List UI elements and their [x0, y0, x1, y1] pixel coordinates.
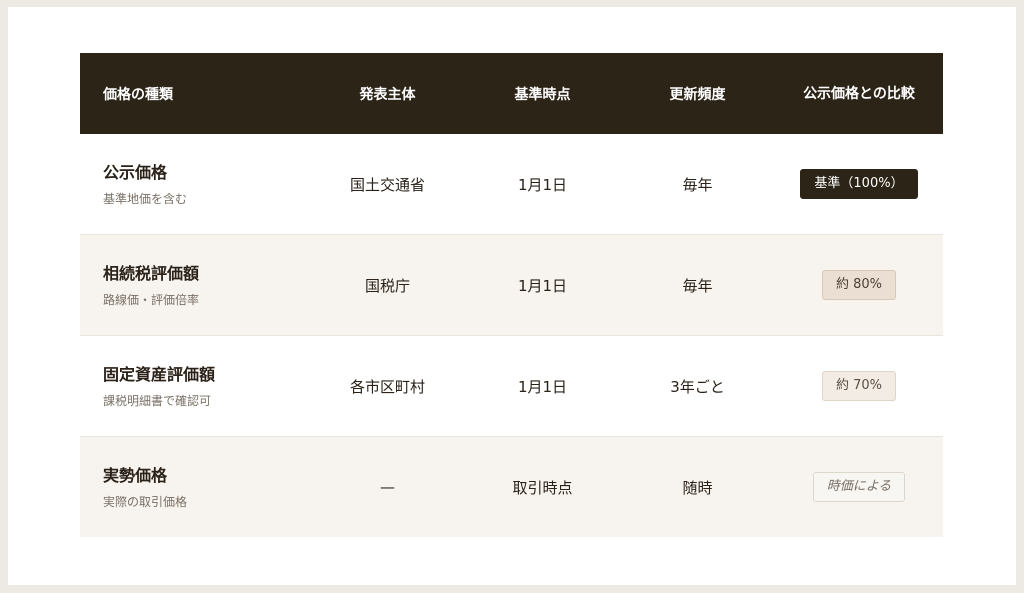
price-type-cell: 実勢価格 実際の取引価格	[80, 465, 310, 510]
comparison-cell: 約 70%	[775, 371, 943, 401]
price-type-name: 公示価格	[103, 162, 168, 182]
table-header: 価格の種類 発表主体 基準時点 更新頻度 公示価格との比較	[80, 53, 943, 134]
header-frequency: 更新頻度	[669, 86, 726, 103]
header-price-type: 価格の種類	[103, 86, 173, 103]
header-base-date: 基準時点	[514, 86, 571, 103]
header-issuer: 発表主体	[359, 86, 416, 103]
price-comparison-table: 価格の種類 発表主体 基準時点 更新頻度 公示価格との比較 公示価格 基準地価を…	[80, 53, 943, 537]
frequency-cell: 3年ごと	[670, 377, 725, 396]
comparison-badge: 約 70%	[821, 371, 897, 401]
comparison-cell: 約 80%	[775, 270, 943, 300]
comparison-cell: 基準（100%）	[775, 169, 943, 199]
table-row: 実勢価格 実際の取引価格 — 取引時点 随時 時価による	[80, 437, 943, 537]
comparison-cell: 時価による	[775, 472, 943, 502]
price-type-note: 実際の取引価格	[103, 494, 188, 509]
price-type-cell: 相続税評価額 路線価・評価倍率	[80, 263, 310, 308]
price-type-cell: 公示価格 基準地価を含む	[80, 162, 310, 207]
table-row: 公示価格 基準地価を含む 国土交通省 1月1日 毎年 基準（100%）	[80, 134, 943, 235]
price-type-name: 実勢価格	[103, 465, 168, 485]
base-date-cell: 1月1日	[517, 276, 568, 295]
content-card: 価格の種類 発表主体 基準時点 更新頻度 公示価格との比較 公示価格 基準地価を…	[8, 7, 1016, 585]
comparison-badge: 約 80%	[821, 270, 897, 300]
table-row: 相続税評価額 路線価・評価倍率 国税庁 1月1日 毎年 約 80%	[80, 235, 943, 336]
frequency-cell: 随時	[682, 478, 713, 497]
price-type-name: 固定資産評価額	[103, 364, 216, 384]
base-date-cell: 1月1日	[517, 377, 568, 396]
frequency-cell: 毎年	[682, 276, 713, 295]
price-type-note: 路線価・評価倍率	[103, 292, 200, 307]
comparison-badge: 時価による	[812, 472, 906, 502]
table-row: 固定資産評価額 課税明細書で確認可 各市区町村 1月1日 3年ごと 約 70%	[80, 336, 943, 437]
comparison-badge: 基準（100%）	[800, 169, 918, 199]
header-comparison: 公示価格との比較	[803, 85, 915, 102]
price-type-cell: 固定資産評価額 課税明細書で確認可	[80, 364, 310, 409]
issuer-cell: —	[380, 478, 395, 496]
price-type-name: 相続税評価額	[103, 263, 200, 283]
price-type-note: 基準地価を含む	[103, 191, 188, 206]
frequency-cell: 毎年	[682, 175, 713, 194]
price-type-note: 課税明細書で確認可	[103, 393, 212, 408]
base-date-cell: 取引時点	[512, 478, 573, 497]
issuer-cell: 国土交通省	[349, 175, 425, 194]
base-date-cell: 1月1日	[517, 175, 568, 194]
issuer-cell: 各市区町村	[349, 377, 425, 396]
issuer-cell: 国税庁	[364, 276, 410, 295]
